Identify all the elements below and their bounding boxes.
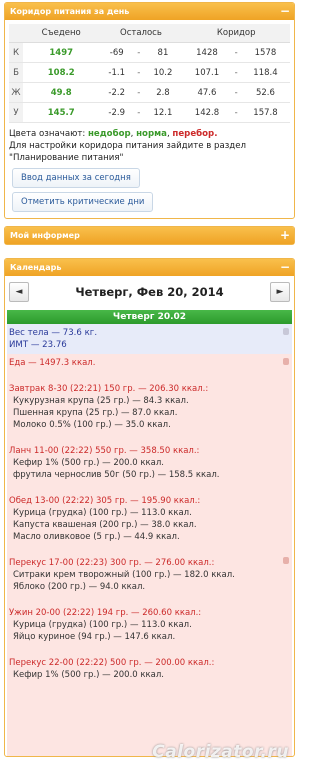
bmi-value: ИМТ — 23.76 — [9, 340, 67, 350]
food-total: Еда — 1497.3 ккал. — [9, 358, 96, 368]
eaten-value: 49.8 — [23, 82, 100, 103]
remaining-max: 81 — [143, 42, 183, 63]
meal-item: Молоко 0.5% (100 гр.) — 35.0 ккал. — [13, 420, 171, 430]
meal-item: Курица (грудка) (100 гр.) — 113.0 ккал. — [13, 620, 192, 630]
critical-days-button[interactable]: Отметить критические дни — [12, 192, 154, 212]
eaten-value: 108.2 — [23, 62, 100, 83]
col-header-corridor: Коридор — [182, 24, 290, 43]
table-row: Б 108.2 -1.1 - 10.2 107.1 - 118.4 — [9, 62, 290, 83]
meal-block: Обед 13-00 (22:22) 305 гр. — 195.90 ккал… — [9, 495, 290, 543]
meal-title: Ужин 20-00 (22:22) 194 гр. — 260.60 ккал… — [9, 608, 202, 618]
corridor-max: 1578 — [240, 42, 290, 63]
corridor-title: Коридор питания за день — [10, 7, 130, 16]
meal-item: Кефир 1% (500 гр.) — 200.0 ккал. — [13, 670, 165, 680]
legend-norm: норма — [136, 129, 167, 139]
row-label: У — [9, 102, 23, 123]
informer-widget: Мой информер + — [4, 226, 295, 245]
remaining-max: 10.2 — [143, 62, 183, 83]
prev-day-button[interactable]: ◄ — [9, 282, 29, 302]
corridor-min: 1428 — [182, 42, 232, 63]
corridor-min: 107.1 — [182, 62, 232, 83]
meal-title: Перекус 22-00 (22:22) 500 гр. — 200.00 к… — [9, 658, 215, 668]
eaten-value: 145.7 — [23, 102, 100, 123]
meal-item: Кукурузная крупа (25 гр.) — 84.3 ккал. — [13, 396, 189, 406]
weight-section[interactable]: Вес тела — 73.6 кг. ИМТ — 23.76 — [7, 324, 292, 354]
settings-note: Для настройки коридора питания зайдите в… — [9, 141, 247, 163]
collapse-icon[interactable]: − — [280, 259, 290, 276]
separator: - — [231, 82, 241, 103]
col-header — [9, 24, 23, 43]
color-legend: Цвета означают: недобор, норма, перебор. — [9, 129, 218, 139]
corridor-table: Съедено Осталось Коридор К 1497 -69 - 81… — [9, 24, 290, 123]
meal-title: Перекус 17-00 (22:23) 300 гр. — 276.00 к… — [9, 558, 215, 568]
col-header-remaining: Осталось — [99, 24, 183, 43]
food-section: Еда — 1497.3 ккал. Завтрак 8-30 (22:21) … — [7, 354, 292, 756]
remaining-min: -1.1 — [99, 62, 135, 83]
meal-title: Завтрак 8-30 (22:21) 150 гр. — 206.30 кк… — [9, 384, 209, 394]
table-row: У 145.7 -2.9 - 12.1 142.8 - 157.8 — [9, 102, 290, 123]
corridor-widget: Коридор питания за день − Съедено Остало… — [4, 2, 295, 219]
scroll-marker-icon — [283, 557, 289, 564]
meal-item: фрутила чернослив 50г (50 гр.) — 158.5 к… — [13, 470, 220, 480]
edit-icon[interactable] — [283, 328, 289, 335]
informer-header[interactable]: Мой информер + — [5, 227, 294, 244]
corridor-min: 142.8 — [182, 102, 232, 123]
separator: - — [231, 42, 241, 63]
site-watermark: Calorizator.ru — [152, 742, 289, 762]
remaining-max: 2.8 — [143, 82, 183, 103]
legend-over: перебор. — [172, 129, 218, 139]
separator: - — [134, 42, 144, 63]
legend-under: недобор — [87, 129, 131, 139]
meal-block: Ланч 11-00 (22:22) 550 гр. — 358.50 ккал… — [9, 445, 290, 481]
eaten-value: 1497 — [23, 42, 100, 63]
collapse-icon[interactable]: − — [280, 3, 290, 20]
corridor-max: 118.4 — [240, 62, 290, 83]
calendar-title: Календарь — [10, 263, 62, 272]
row-label: Ж — [9, 82, 23, 103]
remaining-min: -2.9 — [99, 102, 135, 123]
meal-item: Масло оливковое (5 гр.) — 44.9 ккал. — [13, 532, 180, 542]
corridor-max: 52.6 — [240, 82, 290, 103]
body-weight: Вес тела — 73.6 кг. — [9, 328, 98, 338]
meal-block: Перекус 22-00 (22:22) 500 гр. — 200.00 к… — [9, 657, 290, 681]
corridor-min: 47.6 — [182, 82, 232, 103]
meal-block: Ужин 20-00 (22:22) 194 гр. — 260.60 ккал… — [9, 607, 290, 643]
meal-item: Капуста квашеная (200 гр.) — 38.0 ккал. — [13, 520, 197, 530]
table-row: К 1497 -69 - 81 1428 - 1578 — [9, 42, 290, 63]
meal-item: Яйцо куриное (94 гр.) — 147.6 ккал. — [13, 632, 176, 642]
separator: - — [231, 102, 241, 123]
separator: - — [134, 102, 144, 123]
calendar-widget: Календарь − ◄ Четверг, Фев 20, 2014 ► Че… — [4, 258, 295, 757]
remaining-max: 12.1 — [143, 102, 183, 123]
next-day-button[interactable]: ► — [269, 282, 290, 302]
separator: - — [134, 62, 144, 83]
meal-block: Завтрак 8-30 (22:21) 150 гр. — 206.30 кк… — [9, 383, 290, 431]
corridor-header[interactable]: Коридор питания за день − — [5, 3, 294, 20]
informer-title: Мой информер — [10, 231, 80, 240]
edit-icon[interactable] — [283, 358, 289, 365]
meal-item: Ситраки крем творожный (100 гр.) — 182.0… — [13, 570, 235, 580]
table-row: Ж 49.8 -2.2 - 2.8 47.6 - 52.6 — [9, 82, 290, 103]
calendar-header[interactable]: Календарь − — [5, 259, 294, 276]
day-bar[interactable]: Четверг 20.02 — [7, 310, 292, 324]
meal-item: Яблоко (200 гр.) — 94.0 ккал. — [13, 582, 146, 592]
remaining-min: -69 — [99, 42, 135, 63]
meal-block: Перекус 17-00 (22:23) 300 гр. — 276.00 к… — [9, 557, 290, 593]
meal-item: Курица (грудка) (100 гр.) — 113.0 ккал. — [13, 508, 192, 518]
corridor-max: 157.8 — [240, 102, 290, 123]
separator: - — [134, 82, 144, 103]
row-label: Б — [9, 62, 23, 83]
meal-title: Ланч 11-00 (22:22) 550 гр. — 358.50 ккал… — [9, 446, 200, 456]
row-label: К — [9, 42, 23, 63]
col-header-eaten: Съедено — [23, 24, 100, 43]
remaining-min: -2.2 — [99, 82, 135, 103]
calendar-date-title: Четверг, Фев 20, 2014 — [75, 285, 224, 299]
meal-item: Пшенная крупа (25 гр.) — 87.0 ккал. — [13, 408, 178, 418]
legend-prefix: Цвета означают: — [9, 129, 86, 139]
meal-item: Кефир 1% (500 гр.) — 200.0 ккал. — [13, 458, 165, 468]
expand-icon[interactable]: + — [280, 227, 290, 244]
enter-today-button[interactable]: Ввод данных за сегодня — [12, 168, 140, 188]
meal-title: Обед 13-00 (22:22) 305 гр. — 195.90 ккал… — [9, 496, 201, 506]
separator: - — [231, 62, 241, 83]
